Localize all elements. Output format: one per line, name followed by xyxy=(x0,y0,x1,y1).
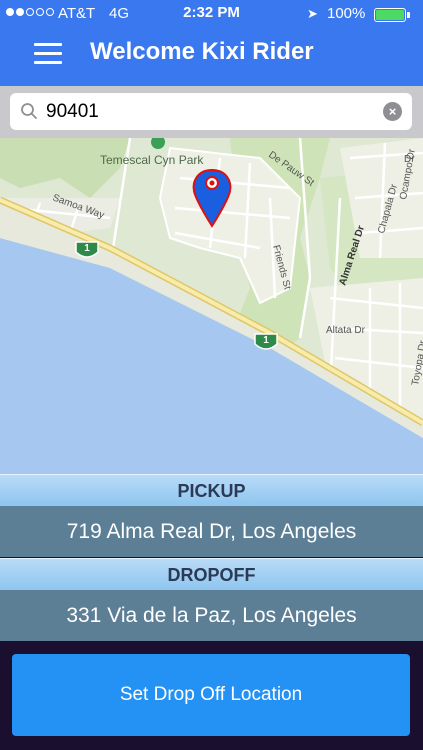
battery-percent: 100% xyxy=(327,5,366,22)
search-input[interactable] xyxy=(46,97,376,126)
app-header: AT&T 4G 2:32 PM ➤ 100% Welcome Kixi Ride… xyxy=(0,0,423,86)
map-label-altata: Altata Dr xyxy=(326,325,366,336)
search-box[interactable]: × xyxy=(10,93,412,130)
search-icon xyxy=(21,103,37,119)
route-shield-1: 1 xyxy=(84,243,90,254)
battery-tip xyxy=(407,12,410,18)
clear-icon[interactable]: × xyxy=(383,102,402,121)
dropoff-header: DROPOFF xyxy=(0,558,423,590)
map-view[interactable]: 1 1 Temescal Cyn Park Samoa Way De Pauw … xyxy=(0,138,423,474)
status-bar: AT&T 4G 2:32 PM ➤ 100% xyxy=(0,0,423,28)
location-arrow-icon: ➤ xyxy=(307,6,318,21)
search-bar: × xyxy=(0,86,423,138)
set-drop-off-location-button[interactable]: Set Drop Off Location xyxy=(12,654,410,736)
page-title: Welcome Kixi Rider xyxy=(90,38,314,65)
map-label-edge-dr: Dr xyxy=(404,154,415,165)
dropoff-address[interactable]: 331 Via de la Paz, Los Angeles xyxy=(0,590,423,641)
battery-icon xyxy=(374,8,406,22)
route-shield-2: 1 xyxy=(263,335,269,346)
map-label-park: Temescal Cyn Park xyxy=(100,153,204,167)
hamburger-menu-icon[interactable] xyxy=(34,43,62,65)
pickup-header: PICKUP xyxy=(0,474,423,506)
bottom-action-area: Set Drop Off Location xyxy=(0,641,423,750)
pickup-address[interactable]: 719 Alma Real Dr, Los Angeles xyxy=(0,506,423,557)
